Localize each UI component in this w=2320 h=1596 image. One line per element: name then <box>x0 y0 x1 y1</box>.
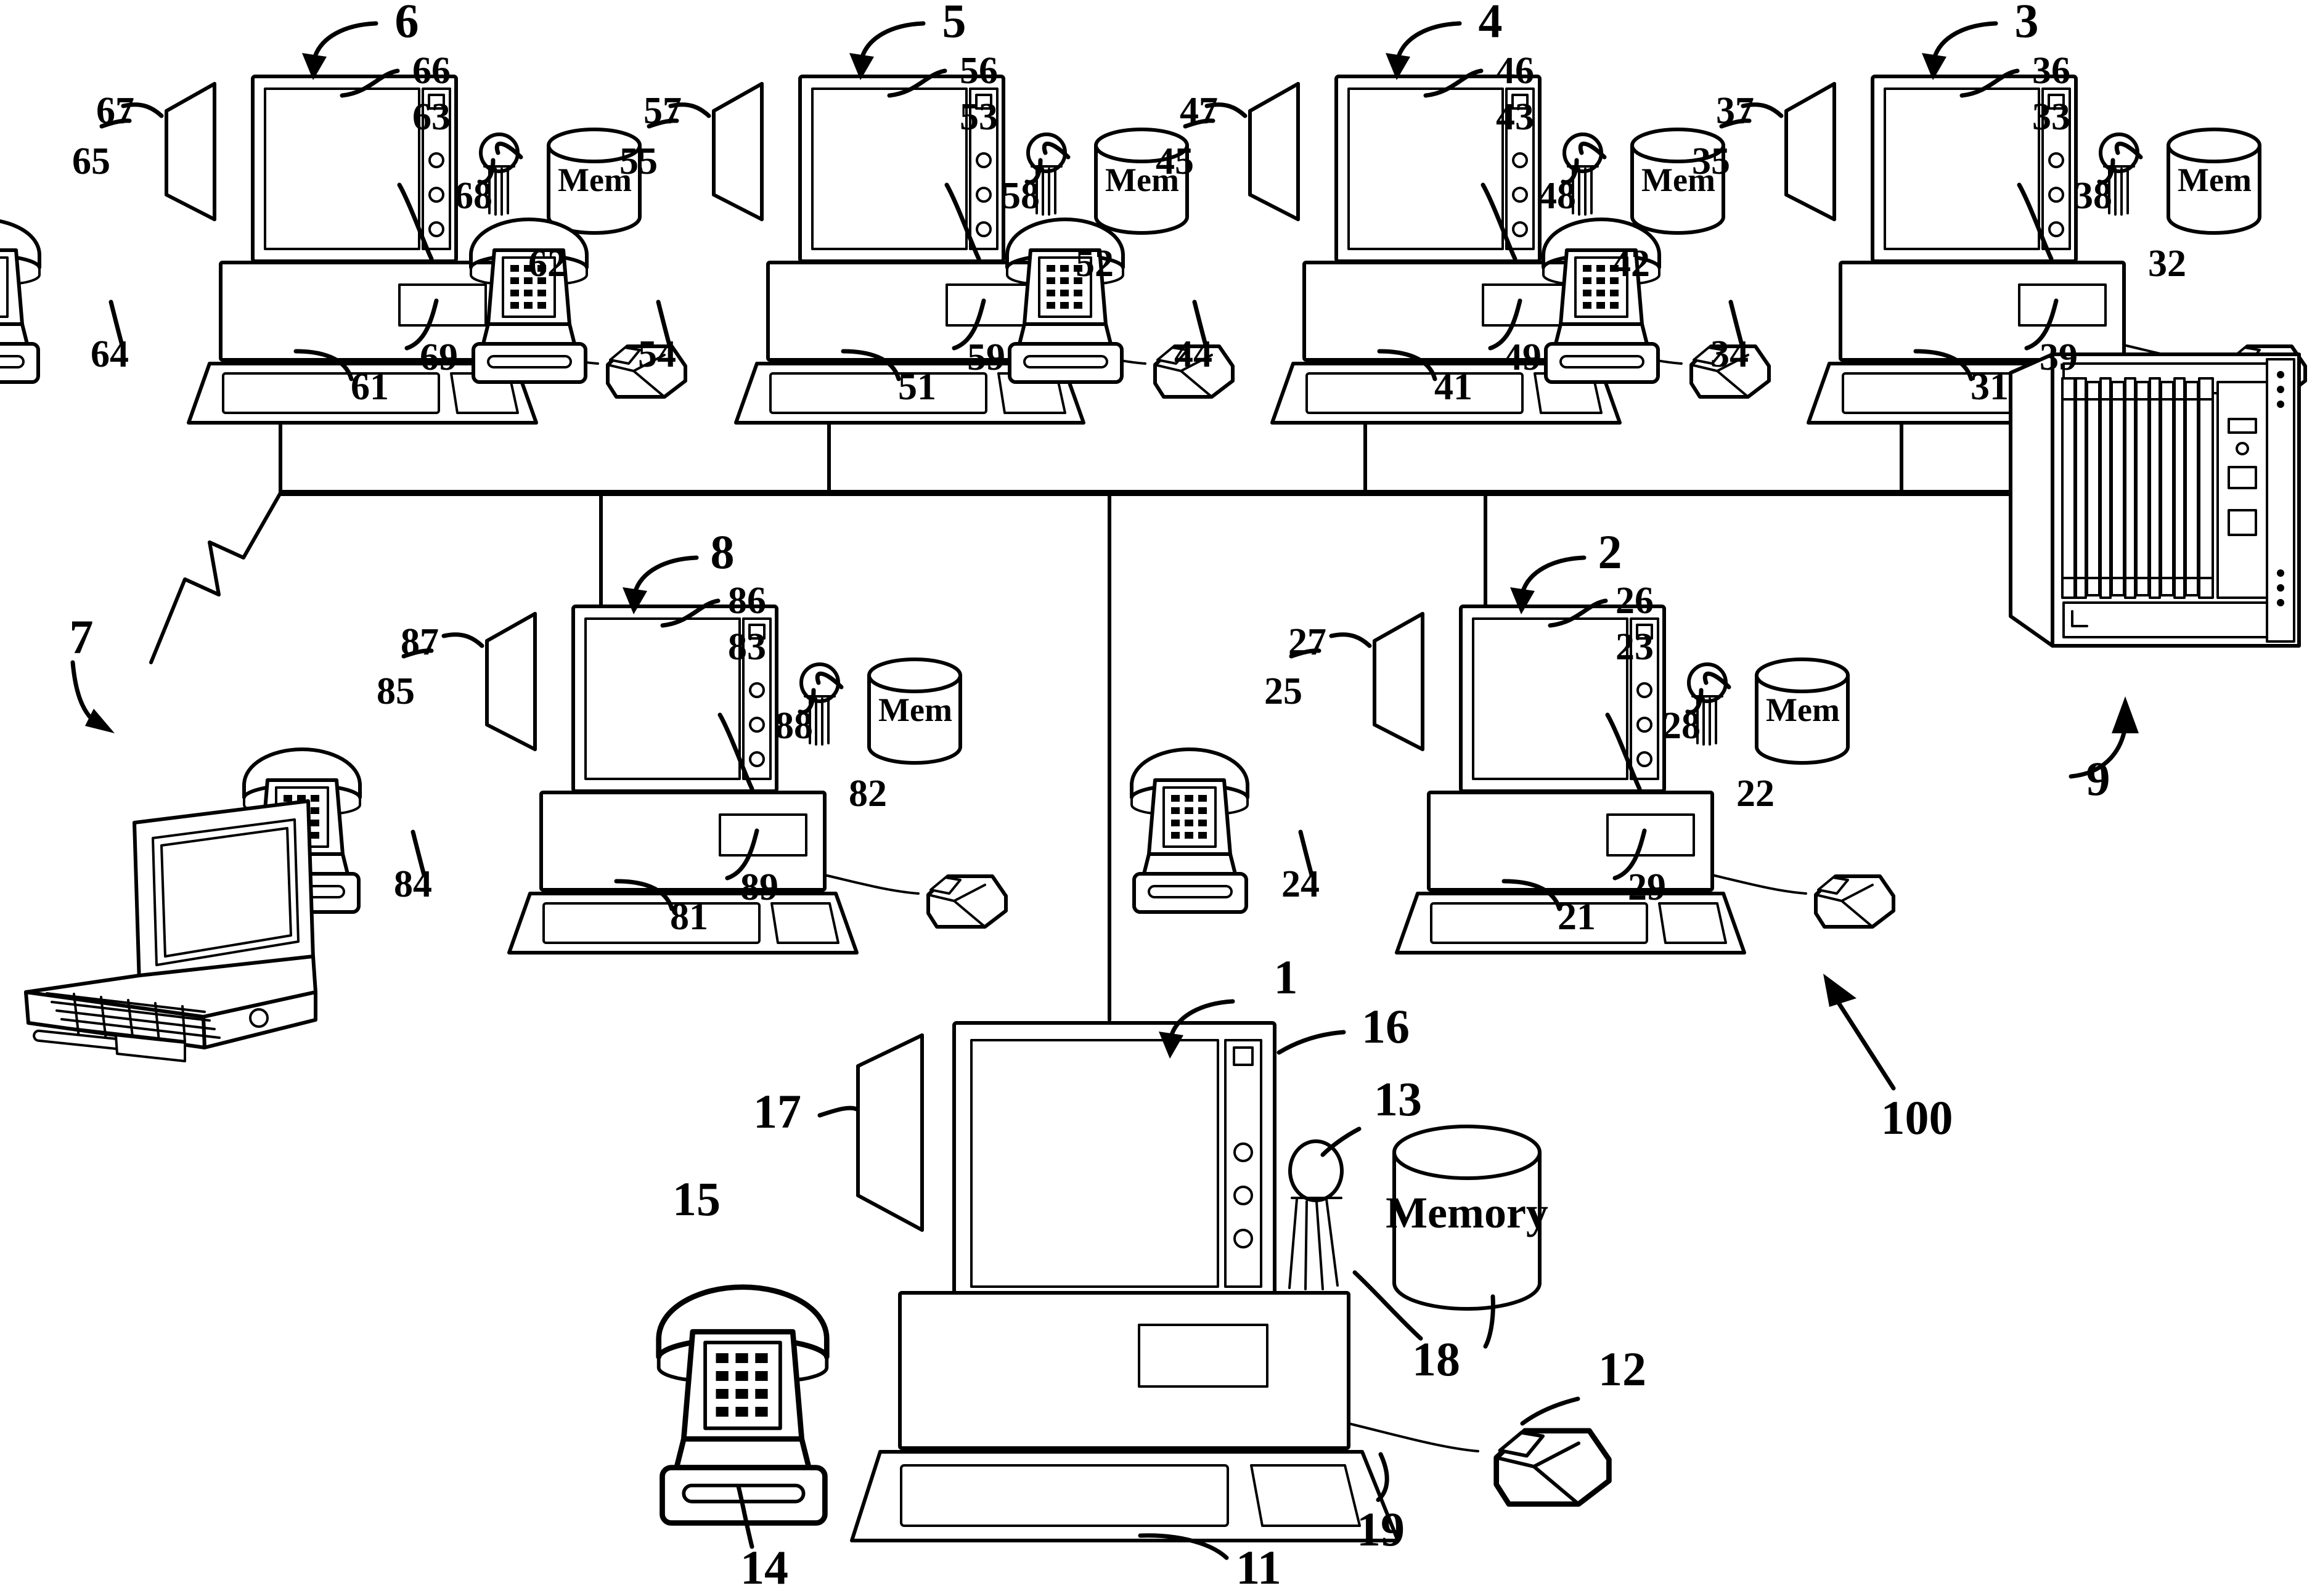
label-keyboard-51: 51 <box>898 366 936 408</box>
label-speaker-17: 17 <box>753 1085 801 1138</box>
patent-figure-svg: Memory 6 66 67 65 64 63 68 62 69 61 Mem … <box>0 0 2320 1594</box>
label-keyboard-61: 61 <box>351 366 389 408</box>
label-speaker-57: 57 <box>643 90 682 132</box>
label-mic-13: 13 <box>1374 1072 1422 1126</box>
label-phone-base-14: 14 <box>740 1541 788 1594</box>
label-phone-base-44: 44 <box>1174 333 1212 375</box>
label-mouse-22: 22 <box>1736 773 1775 815</box>
label-keyboard-81: 81 <box>670 896 708 938</box>
label-laptop-7: 7 <box>70 610 94 664</box>
label-memory-38: 38 <box>2074 175 2112 217</box>
label-mic-53: 53 <box>960 96 998 138</box>
label-memory-68: 68 <box>454 175 492 217</box>
label-mouse-12: 12 <box>1598 1342 1646 1396</box>
label-memory-58: 58 <box>1002 175 1040 217</box>
label-ws6: 6 <box>395 0 419 47</box>
laptop-7[interactable] <box>24 660 317 1062</box>
label-cpu-29: 29 <box>1628 866 1666 908</box>
label-mouse-82: 82 <box>849 773 887 815</box>
label-cpu-89: 89 <box>740 866 778 908</box>
label-keyboard-21: 21 <box>1558 896 1596 938</box>
label-mic-43: 43 <box>1496 96 1534 138</box>
label-memory-18: 18 <box>1412 1332 1460 1386</box>
label-cpu-19: 19 <box>1357 1502 1405 1556</box>
microphone-13[interactable] <box>1288 1139 1344 1202</box>
memory-label-ws8: Mem <box>878 691 952 728</box>
label-monitor-86: 86 <box>728 580 766 622</box>
label-phone-85: 85 <box>377 670 415 712</box>
label-cpu-39: 39 <box>2040 336 2078 378</box>
label-phone-55: 55 <box>619 140 658 182</box>
label-speaker-27: 27 <box>1288 621 1326 663</box>
workstation-8[interactable] <box>244 555 1006 953</box>
label-ws8: 8 <box>711 525 735 579</box>
label-speaker-37: 37 <box>1716 90 1754 132</box>
label-cpu-69: 69 <box>420 336 458 378</box>
label-phone-15: 15 <box>672 1172 721 1226</box>
server-rack-9[interactable] <box>2009 352 2301 779</box>
label-mouse-52: 52 <box>1076 243 1114 285</box>
label-cpu-59: 59 <box>967 336 1005 378</box>
label-phone-35: 35 <box>1692 140 1730 182</box>
label-phone-45: 45 <box>1156 140 1194 182</box>
label-ws4: 4 <box>1479 0 1503 47</box>
label-phone-base-84: 84 <box>394 863 432 905</box>
label-speaker-47: 47 <box>1180 90 1218 132</box>
label-memory-88: 88 <box>775 705 813 747</box>
rack-cards <box>2061 377 2214 599</box>
label-ws5: 5 <box>942 0 966 47</box>
label-phone-base-54: 54 <box>638 333 676 375</box>
speaker-17[interactable] <box>856 1033 924 1232</box>
label-phone-base-24: 24 <box>1281 863 1320 905</box>
system-callout-100 <box>1823 974 1896 1091</box>
label-ws2: 2 <box>1598 525 1622 579</box>
label-phone-25: 25 <box>1264 670 1302 712</box>
label-speaker-87: 87 <box>401 621 439 663</box>
label-monitor-56: 56 <box>960 50 998 92</box>
label-ws3: 3 <box>2015 0 2039 47</box>
label-phone-65: 65 <box>72 140 110 182</box>
label-monitor-66: 66 <box>412 50 451 92</box>
telephone-15[interactable] <box>656 1284 830 1526</box>
cpu-19[interactable] <box>898 1291 1350 1450</box>
label-cpu-49: 49 <box>1503 336 1542 378</box>
label-mic-83: 83 <box>728 626 766 668</box>
label-mouse-62: 62 <box>528 243 566 285</box>
label-mic-63: 63 <box>412 96 451 138</box>
label-mic-33: 33 <box>2032 96 2070 138</box>
label-speaker-67: 67 <box>96 90 134 132</box>
label-phone-base-64: 64 <box>91 333 129 375</box>
label-monitor-16: 16 <box>1362 1000 1410 1053</box>
label-phone-base-34: 34 <box>1710 333 1749 375</box>
label-monitor-36: 36 <box>2032 50 2070 92</box>
label-keyboard-41: 41 <box>1434 366 1472 408</box>
workstation-2[interactable] <box>1132 555 1893 953</box>
mouse-12[interactable] <box>1493 1428 1612 1507</box>
label-keyboard-11: 11 <box>1236 1541 1281 1594</box>
label-memory-28: 28 <box>1662 705 1701 747</box>
figure-canvas: Memory 6 66 67 65 64 63 68 62 69 61 Mem … <box>0 0 2320 1596</box>
memory-18: Memory <box>1386 1125 1548 1311</box>
label-system-100: 100 <box>1881 1091 1953 1144</box>
memory-label: Memory <box>1386 1188 1548 1237</box>
label-memory-48: 48 <box>1538 175 1576 217</box>
label-monitor-26: 26 <box>1615 580 1654 622</box>
memory-label-ws3: Mem <box>2178 161 2252 198</box>
label-ws1: 1 <box>1274 950 1298 1004</box>
label-monitor-46: 46 <box>1496 50 1534 92</box>
label-mic-23: 23 <box>1615 626 1654 668</box>
label-keyboard-31: 31 <box>1971 366 2009 408</box>
memory-label-ws2: Mem <box>1766 691 1840 728</box>
label-mouse-42: 42 <box>1612 243 1650 285</box>
network-bus <box>149 346 2030 1022</box>
label-server-9: 9 <box>2086 752 2110 805</box>
label-mouse-32: 32 <box>2148 243 2186 285</box>
